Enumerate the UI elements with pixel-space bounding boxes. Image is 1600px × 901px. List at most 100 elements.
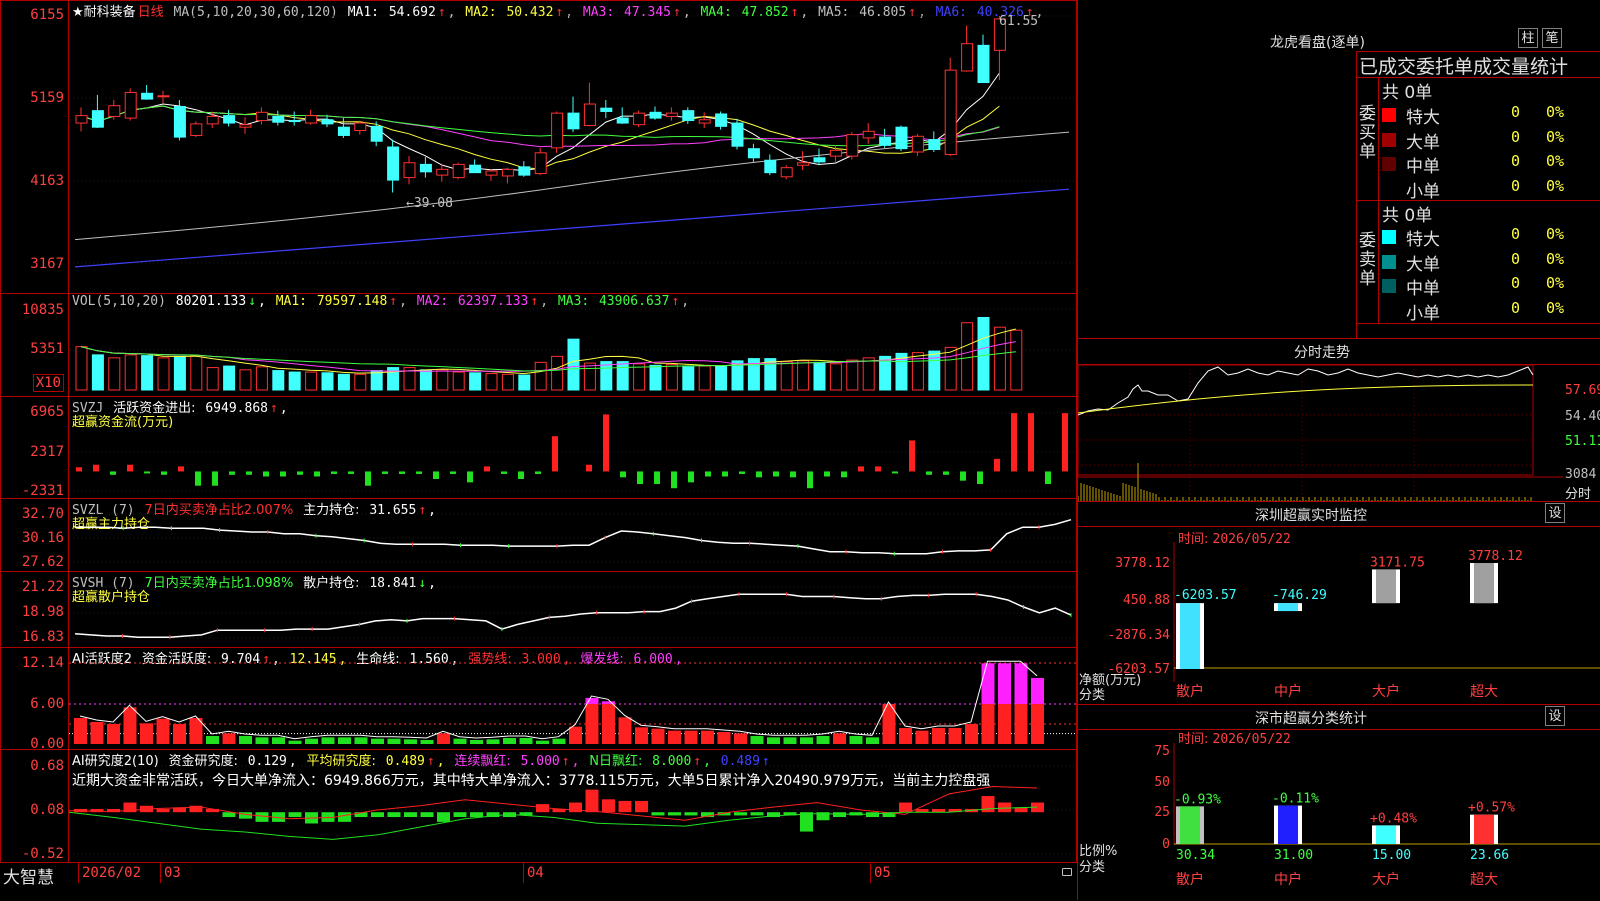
flow-bar: [110, 471, 116, 475]
activity-bar: [899, 727, 912, 744]
flow-bar: [484, 466, 490, 472]
candle-body: [190, 123, 203, 136]
volume-bar: [649, 364, 662, 391]
bar-shade: [1474, 814, 1494, 844]
settings-button[interactable]: 设: [1545, 706, 1565, 726]
volume-bar: [551, 355, 564, 391]
svsh-y-axis: 21.22 18.98 16.83: [1, 572, 69, 647]
svzj-pane[interactable]: 6965 2317 -2331 SVZJ 活跃资金进出: 6949.868 ↑, …: [0, 396, 1077, 499]
candle-body: [223, 115, 236, 124]
order-size-label: 中单: [1406, 279, 1440, 299]
y-tick-label: 0: [1162, 837, 1170, 852]
activity-bar: [486, 739, 500, 744]
candle-body: [501, 168, 514, 177]
flow-bar: [93, 464, 99, 472]
intraday-frame: [1078, 365, 1534, 476]
volume-bar: [961, 322, 974, 391]
svzl-y-axis: 32.70 30.16 27.62: [1, 499, 69, 571]
activity-bar: [140, 723, 153, 744]
candle-body: [403, 162, 416, 179]
lock-icon[interactable]: [1062, 868, 1072, 876]
volume-bar: [993, 326, 1006, 391]
volume-bar: [715, 365, 728, 391]
research-bar: [404, 812, 417, 818]
volume-pane[interactable]: 10835 5351 X10 VOL(5,10,20) 80201.133 ↓, …: [0, 293, 1077, 397]
y-tick-label: -6203.57: [1107, 662, 1170, 677]
svzl-pane[interactable]: 32.70 30.16 27.62 SVZL (7) 7日内买卖净占比2.007…: [0, 498, 1077, 572]
activity-bar: [222, 733, 236, 744]
bar-shade: [1278, 805, 1298, 844]
y-tick: 6155: [30, 7, 64, 23]
activity-bar: [981, 663, 995, 704]
ai-activity-pane[interactable]: 12.14 6.00 0.00 AI活跃度2 资金活跃度: 9.704 ↑, 12…: [0, 647, 1077, 752]
candle-body: [715, 113, 728, 127]
candle-body: [452, 163, 465, 179]
flow-bar: [552, 436, 558, 472]
brand-logo[interactable]: 大智慧: [3, 863, 54, 888]
bar-view-button[interactable]: 柱: [1518, 28, 1538, 48]
kline-pane[interactable]: 6155 5159 4163 3167 ★耐科装备 日线 MA(5,10,20,3…: [0, 0, 1077, 294]
candle-body: [124, 91, 137, 119]
category-label: 大户: [1372, 683, 1400, 700]
legend-swatch: [1382, 254, 1396, 269]
activity-bar: [635, 727, 648, 744]
candle-body: [928, 139, 941, 151]
candle-body: [436, 168, 449, 176]
activity-bar: [1014, 703, 1028, 744]
activity-bar: [948, 727, 962, 744]
activity-bar: [305, 738, 318, 744]
candle-body: [419, 163, 432, 173]
date-label: 2026/02: [82, 865, 142, 881]
research-bar: [866, 812, 879, 818]
y-tick: -2331: [21, 483, 64, 499]
y-tick: 57.69: [1565, 383, 1600, 398]
net-flow-bar: [1470, 563, 1498, 604]
bar-value-label: 30.34: [1176, 848, 1215, 863]
svsh-pane[interactable]: 21.22 18.98 16.83 SVSH (7) 7日内买卖净占比1.098…: [0, 571, 1077, 648]
research-bar: [998, 802, 1011, 813]
flow-bar: [705, 471, 711, 477]
vol-y-axis: 10835 5351 X10: [1, 294, 69, 396]
order-size-label: 小单: [1406, 181, 1440, 202]
volume-bar: [698, 365, 711, 391]
activity-bar: [981, 703, 995, 744]
volume-bar: [288, 371, 301, 391]
order-size-label: 大单: [1406, 254, 1440, 275]
volume-bar: [600, 361, 613, 391]
flow-bar: [127, 464, 133, 472]
activity-bar: [701, 730, 714, 744]
activity-bar: [1031, 703, 1044, 744]
bar-shade: [1474, 563, 1494, 604]
candle-body: [633, 112, 646, 126]
net-flow-chart: 3778.12 450.88 -2876.34 -6203.57 -6203.57 散户 -…: [1107, 542, 1600, 700]
candle-body: [518, 166, 531, 176]
candle-body: [255, 111, 268, 122]
activity-bar: [371, 738, 384, 744]
ai-research-pane[interactable]: 0.68 0.08 -0.52 AI研究度2(10) 资金研究度: 0.129,…: [0, 749, 1077, 863]
flow-bar: [161, 471, 167, 475]
ai-activity-chart: [69, 660, 1077, 744]
intraday-chart: [1078, 365, 1563, 502]
order-size-label: 小单: [1406, 303, 1440, 324]
tick-view-button[interactable]: 笔: [1542, 28, 1562, 48]
sz-monitor-panel: 深圳超赢实时监控 设 时间: 2026/05/22 净额(万元) 分类 3778…: [1077, 501, 1600, 705]
order-size-label: 特大: [1406, 108, 1440, 128]
vol-unit: X10: [32, 374, 64, 392]
flow-bar: [535, 471, 541, 474]
y-tick-label: -2876.34: [1107, 628, 1170, 643]
ratio-bar: [1470, 814, 1498, 844]
activity-bar: [239, 735, 252, 744]
intraday-panel[interactable]: 分时走势 57.69 54.40 51.11 3084 分时: [1077, 338, 1600, 502]
fund-flow-chart: [69, 412, 1077, 492]
order-size-label: 大单: [1406, 132, 1440, 153]
activity-bar: [90, 721, 104, 744]
bar-shade: [1376, 569, 1396, 604]
candle-body: [977, 44, 990, 84]
settings-button[interactable]: 设: [1545, 503, 1565, 523]
change-label: +0.48%: [1370, 811, 1417, 826]
bar-value-label: -6203.57: [1174, 588, 1237, 603]
candle-body: [600, 107, 613, 112]
activity-bar: [866, 737, 879, 744]
y-tick-label: 50: [1154, 775, 1170, 790]
activity-bar: [156, 718, 170, 744]
